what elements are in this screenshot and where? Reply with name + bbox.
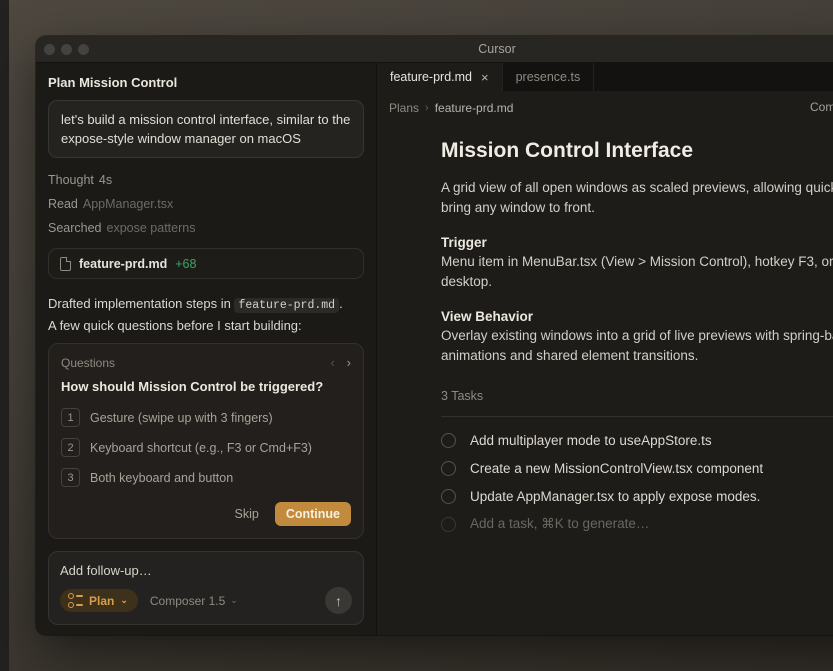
model-label: Composer 1.5 <box>149 593 226 608</box>
doc-title: Mission Control Interface <box>441 139 694 162</box>
tab-label: feature-prd.md <box>390 70 472 84</box>
activity-thought[interactable]: Thought 4s <box>48 168 364 192</box>
add-task-row[interactable]: Add a task, ⌘K to generate… <box>441 510 833 538</box>
section-heading-trigger: Trigger <box>441 235 487 250</box>
send-button[interactable]: ↑ <box>325 587 352 614</box>
file-chip-name: feature-prd.md <box>79 256 168 271</box>
doc-text-line: desktop. <box>441 274 493 289</box>
tab-label: presence.ts <box>515 70 581 84</box>
mode-selector[interactable]: Plan ⌄ <box>60 589 138 612</box>
document-icon <box>60 256 71 271</box>
section-body-view-behavior: Overlay existing windows into a grid of … <box>441 326 833 366</box>
doc-text-line: Menu item in MenuBar.tsx (View > Mission… <box>441 254 833 269</box>
mode-label: Plan <box>89 593 115 608</box>
chevron-down-icon: ⌄ <box>120 595 128 605</box>
editor-pane: feature-prd.md × presence.ts Plans › fea… <box>377 63 833 635</box>
activity-detail: expose patterns <box>106 221 196 235</box>
inline-code: feature-prd.md <box>234 298 340 313</box>
question-options: 1 Gesture (swipe up with 3 fingers) 2 Ke… <box>61 406 351 489</box>
option-key-badge: 3 <box>61 468 80 487</box>
cursor-window: Cursor Plan Mission Control let's build … <box>36 36 833 635</box>
activity-detail: AppManager.tsx <box>82 197 174 211</box>
user-prompt-quote: let's build a mission control interface,… <box>48 100 364 158</box>
task-label: Add multiplayer mode to useAppStore.ts <box>470 432 712 448</box>
activity-read[interactable]: Read AppManager.tsx <box>48 192 364 216</box>
question-option-1[interactable]: 1 Gesture (swipe up with 3 fingers) <box>61 406 351 429</box>
doc-text-line: animations and shared element transition… <box>441 348 699 363</box>
task-label: Create a new MissionControlView.tsx comp… <box>470 460 764 476</box>
arrow-up-icon: ↑ <box>335 592 342 609</box>
option-key-badge: 1 <box>61 408 80 427</box>
close-icon[interactable]: × <box>481 70 489 85</box>
task-list: Add multiplayer mode to useAppStore.ts C… <box>441 426 833 538</box>
message-text-line2: A few quick questions before I start bui… <box>48 318 302 333</box>
option-label: Both keyboard and button <box>90 470 234 485</box>
questions-card: Questions ‹ › How should Mission Control… <box>48 343 364 539</box>
followup-input[interactable]: Add follow-up… <box>60 563 352 578</box>
task-checkbox-icon[interactable] <box>441 460 456 476</box>
task-row[interactable]: Create a new MissionControlView.tsx comp… <box>441 454 833 482</box>
skip-button[interactable]: Skip <box>235 507 259 521</box>
message-text: Drafted implementation steps in <box>48 296 235 311</box>
breadcrumb-file[interactable]: feature-prd.md <box>435 101 514 115</box>
agent-activity-list: Thought 4s Read AppManager.tsx Searched … <box>48 168 364 240</box>
chevron-right-icon[interactable]: › <box>347 355 351 370</box>
desktop-edge-strip <box>0 0 9 671</box>
option-label: Gesture (swipe up with 3 fingers) <box>90 410 273 425</box>
divider <box>441 416 833 417</box>
breadcrumb: Plans › feature-prd.md Com <box>377 91 833 125</box>
task-row[interactable]: Update AppManager.tsx to apply expose mo… <box>441 482 833 510</box>
task-label: Update AppManager.tsx to apply expose mo… <box>470 488 761 504</box>
doc-text-line: bring any window to front. <box>441 200 595 215</box>
breadcrumb-right-label: Com <box>810 100 833 114</box>
activity-label: Searched <box>48 221 102 235</box>
file-chip-additions: +68 <box>175 256 197 271</box>
question-option-3[interactable]: 3 Both keyboard and button <box>61 466 351 489</box>
question-text: How should Mission Control be triggered? <box>61 379 324 394</box>
tab-feature-prd[interactable]: feature-prd.md × <box>377 63 503 91</box>
agent-message: Drafted implementation steps in feature-… <box>48 294 364 336</box>
task-checkbox-icon[interactable] <box>441 488 456 504</box>
option-key-badge: 2 <box>61 438 80 457</box>
followup-composer[interactable]: Add follow-up… Plan ⌄ Composer 1.5 ⌄ ↑ <box>48 551 364 625</box>
breadcrumb-folder[interactable]: Plans <box>389 101 419 115</box>
file-diff-chip[interactable]: feature-prd.md +68 <box>48 248 364 279</box>
add-task-label: Add a task, ⌘K to generate… <box>470 516 650 531</box>
section-body-trigger: Menu item in MenuBar.tsx (View > Mission… <box>441 252 833 292</box>
activity-searched[interactable]: Searched expose patterns <box>48 216 364 240</box>
tasks-count-label: 3 Tasks <box>441 389 484 403</box>
questions-label: Questions <box>61 355 116 370</box>
message-text: . <box>339 296 343 311</box>
chevron-right-icon: › <box>425 102 429 114</box>
activity-label: Read <box>48 197 78 211</box>
titlebar: Cursor <box>36 36 833 63</box>
chevron-left-icon[interactable]: ‹ <box>330 355 334 370</box>
tab-bar: feature-prd.md × presence.ts <box>377 63 833 91</box>
doc-text-line: Overlay existing windows into a grid of … <box>441 328 833 343</box>
question-option-2[interactable]: 2 Keyboard shortcut (e.g., F3 or Cmd+F3) <box>61 436 351 459</box>
activity-detail: 4s <box>98 173 113 187</box>
plan-panel-title: Plan Mission Control <box>48 75 178 90</box>
doc-intro: A grid view of all open windows as scale… <box>441 178 833 218</box>
option-label: Keyboard shortcut (e.g., F3 or Cmd+F3) <box>90 440 312 455</box>
doc-text-line: A grid view of all open windows as scale… <box>441 180 833 195</box>
tab-presence[interactable]: presence.ts <box>503 63 595 91</box>
plan-list-icon <box>68 593 83 608</box>
plan-panel: Plan Mission Control let's build a missi… <box>36 63 377 635</box>
continue-button[interactable]: Continue <box>274 502 351 526</box>
section-heading-view-behavior: View Behavior <box>441 309 534 324</box>
task-checkbox-icon <box>441 516 456 532</box>
window-title: Cursor <box>478 42 516 56</box>
markdown-document: Mission Control Interface A grid view of… <box>377 125 833 538</box>
model-selector[interactable]: Composer 1.5 ⌄ <box>150 594 238 608</box>
chevron-down-icon: ⌄ <box>230 595 238 605</box>
activity-label: Thought <box>48 173 94 187</box>
task-row[interactable]: Add multiplayer mode to useAppStore.ts <box>441 426 833 454</box>
task-checkbox-icon[interactable] <box>441 432 456 448</box>
